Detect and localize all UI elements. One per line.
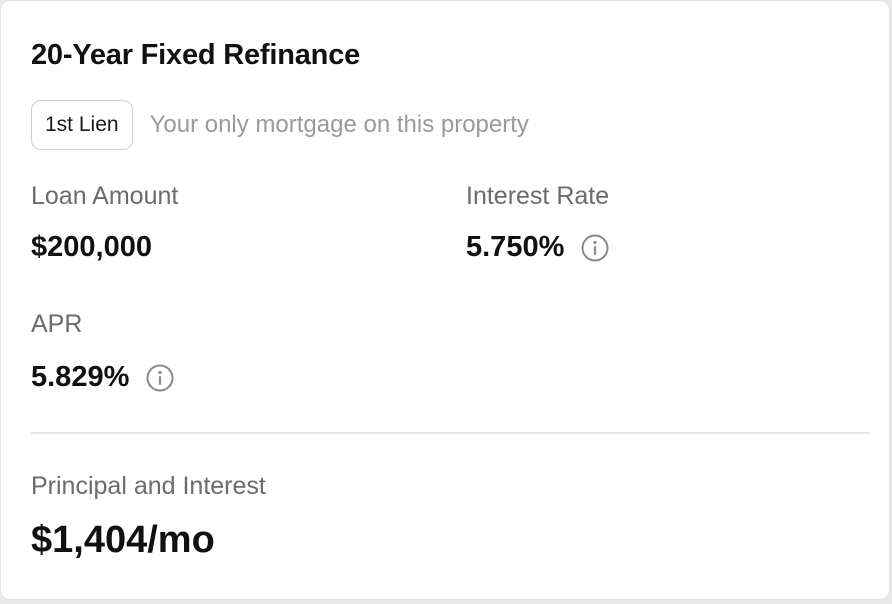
lien-row: 1st Lien Your only mortgage on this prop… <box>31 100 529 150</box>
lien-description: Your only mortgage on this property <box>149 111 529 138</box>
apr-text: 5.829% <box>31 361 130 393</box>
loan-summary-card: 20-Year Fixed Refinance 1st Lien Your on… <box>0 0 890 600</box>
interest-rate-value: 5.750% <box>466 231 610 264</box>
apr-info-icon[interactable] <box>145 363 175 393</box>
loan-amount-label: Loan Amount <box>31 182 179 210</box>
apr-label: APR <box>31 310 83 338</box>
interest-rate-text: 5.750% <box>466 231 565 263</box>
lien-badge: 1st Lien <box>31 100 133 150</box>
card-title: 20-Year Fixed Refinance <box>31 39 361 71</box>
section-divider <box>31 432 869 434</box>
principal-interest-label: Principal and Interest <box>31 472 266 500</box>
loan-amount-text: $200,000 <box>31 231 152 263</box>
interest-rate-label: Interest Rate <box>466 182 610 210</box>
loan-amount-value: $200,000 <box>31 231 152 264</box>
monthly-payment-value: $1,404/mo <box>31 519 215 561</box>
interest-rate-info-icon[interactable] <box>580 233 610 263</box>
apr-value: 5.829% <box>31 361 175 394</box>
